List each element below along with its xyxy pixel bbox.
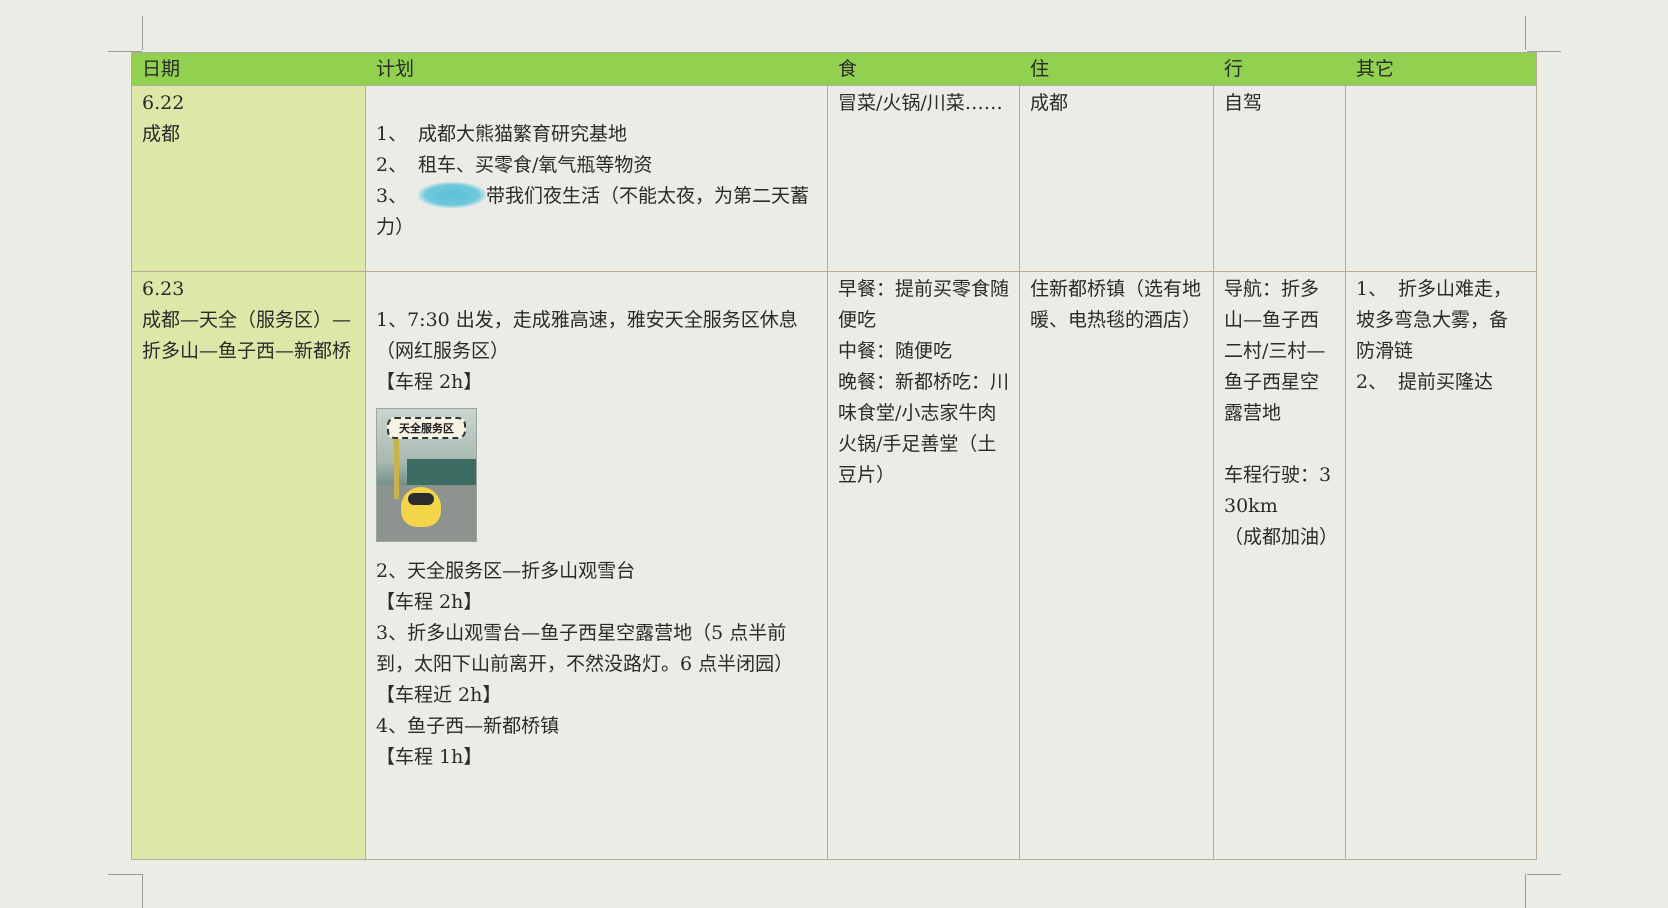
plan-line: 2、天全服务区—折多山观雪台 <box>376 560 636 582</box>
stay-cell-day-2: 住新都桥镇（选有地暖、电热毯的酒店） <box>1019 271 1214 860</box>
plan-line: 【车程 2h】 <box>376 591 483 613</box>
date-route: 成都—天全（服务区）—折多山—鱼子西—新都桥 <box>142 309 352 362</box>
plan-cell-day-2: 1、7:30 出发，走成雅高速，雅安天全服务区休息（网红服务区） 【车程 2h】… <box>365 271 828 860</box>
food-breakfast: 早餐：提前买零食随便吃 <box>838 278 1010 331</box>
plan-cell-day-1: 1、 成都大熊猫繁育研究基地 2、 租车、买零食/氧气瓶等物资 3、 带我们夜生活（不… <box>365 85 828 272</box>
header-other: 其它 <box>1345 52 1537 86</box>
other-item: 2、 提前买隆达 <box>1356 371 1494 393</box>
plan-line: 【车程 1h】 <box>376 746 483 768</box>
other-cell-day-1 <box>1345 85 1537 272</box>
food-text: 冒菜/火锅/川菜…… <box>838 92 1003 114</box>
crop-mark-bottom-left-horizontal <box>108 874 142 875</box>
date-cell-day-2: 6.23 成都—天全（服务区）—折多山—鱼子西—新都桥 <box>131 271 366 860</box>
date-cell-day-1: 6.22 成都 <box>131 85 366 272</box>
itinerary-table: 日期 计划 食 住 行 其它 6.22 成都 1、 成都大熊猫繁育研究基地 2、租… <box>131 52 1537 860</box>
service-area-photo: 天全服务区 <box>376 408 477 542</box>
header-plan: 计划 <box>365 52 828 86</box>
plan-line: 【车程 2h】 <box>376 371 483 393</box>
plan-item: 3、 带我们夜生活（不能太夜，为第二天蓄力） <box>376 181 817 243</box>
crop-mark-top-left-vertical <box>142 16 143 50</box>
header-row: 日期 计划 食 住 行 其它 <box>131 52 1537 86</box>
food-dinner: 晚餐：新都桥吃：川味食堂/小志家牛肉火锅/手足善堂（土豆片） <box>838 371 1010 486</box>
plan-line: 4、鱼子西—新都桥镇 <box>376 715 560 737</box>
redacted-name <box>418 182 486 208</box>
date-value: 6.23 <box>142 278 185 300</box>
date-location: 成都 <box>142 123 181 145</box>
header-stay: 住 <box>1019 52 1214 86</box>
stay-text: 住新都桥镇（选有地暖、电热毯的酒店） <box>1030 278 1202 331</box>
travel-text: 自驾 <box>1224 92 1263 114</box>
crop-mark-top-right-vertical <box>1525 16 1526 50</box>
food-cell-day-2: 早餐：提前买零食随便吃 中餐：随便吃 晚餐：新都桥吃：川味食堂/小志家牛肉火锅/… <box>827 271 1020 860</box>
crop-mark-bottom-left-vertical <box>142 874 143 908</box>
food-cell-day-1: 冒菜/火锅/川菜…… <box>827 85 1020 272</box>
header-food: 食 <box>827 52 1020 86</box>
stay-cell-day-1: 成都 <box>1019 85 1214 272</box>
travel-note: （成都加油） <box>1224 526 1339 548</box>
travel-nav: 导航：折多山—鱼子西二村/三村—鱼子西星空露营地 <box>1224 278 1326 424</box>
plan-line: 3、折多山观雪台—鱼子西星空露营地（5 点半前到，太阳下山前离开，不然没路灯。6… <box>376 622 794 675</box>
plan-item: 2、 租车、买零食/氧气瓶等物资 <box>376 154 653 176</box>
plan-line: 1、7:30 出发，走成雅高速，雅安天全服务区休息（网红服务区） <box>376 309 798 362</box>
plan-item: 1、 成都大熊猫繁育研究基地 <box>376 123 628 145</box>
table-row-day-2: 6.23 成都—天全（服务区）—折多山—鱼子西—新都桥 1、7:30 出发，走成… <box>131 271 1537 860</box>
header-date: 日期 <box>131 52 366 86</box>
header-travel: 行 <box>1213 52 1346 86</box>
date-value: 6.22 <box>142 92 185 114</box>
table-row-day-1: 6.22 成都 1、 成都大熊猫繁育研究基地 2、 租车、买零食/氧气瓶等物资 3、… <box>131 85 1537 272</box>
travel-cell-day-1: 自驾 <box>1213 85 1346 272</box>
crop-mark-bottom-right-horizontal <box>1527 874 1561 875</box>
photo-sign: 天全服务区 <box>387 417 466 439</box>
travel-cell-day-2: 导航：折多山—鱼子西二村/三村—鱼子西星空露营地 车程行驶：330km （成都加… <box>1213 271 1346 860</box>
other-item: 1、 折多山难走，坡多弯急大雾，备防滑链 <box>1356 278 1513 362</box>
plan-line: 【车程近 2h】 <box>376 684 502 706</box>
stay-text: 成都 <box>1030 92 1069 114</box>
food-lunch: 中餐：随便吃 <box>838 340 953 362</box>
crop-mark-bottom-right-vertical <box>1525 874 1526 908</box>
travel-distance: 车程行驶：330km <box>1224 464 1332 517</box>
other-cell-day-2: 1、 折多山难走，坡多弯急大雾，备防滑链 2、 提前买隆达 <box>1345 271 1537 860</box>
